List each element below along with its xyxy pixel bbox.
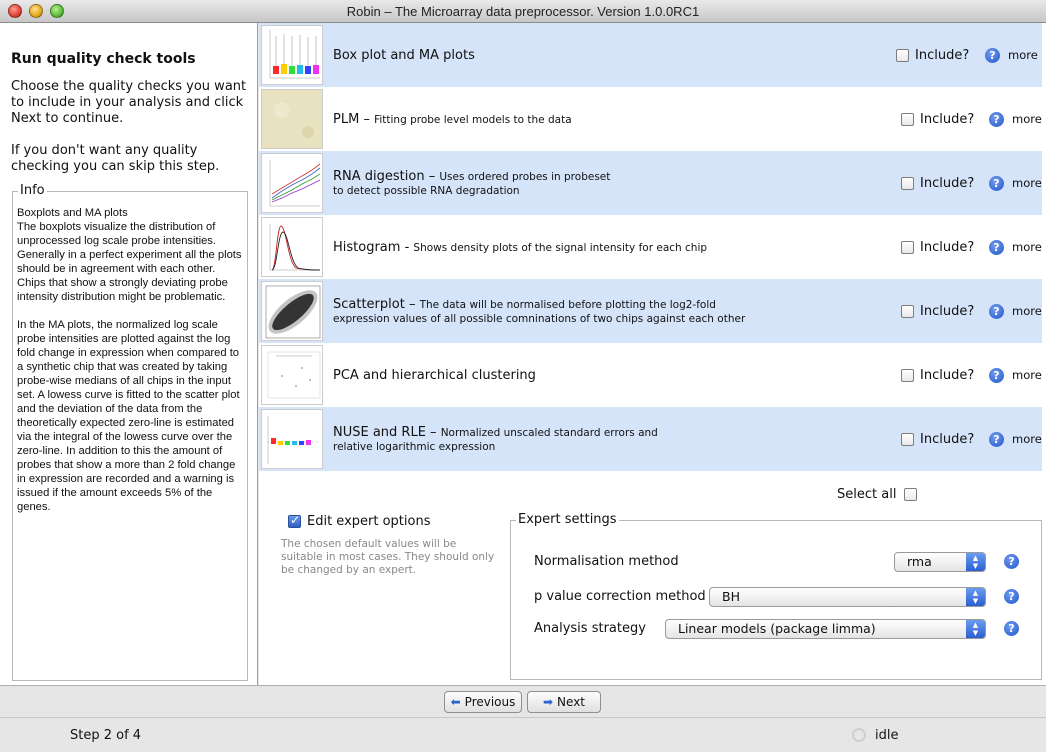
info-legend: Info xyxy=(18,183,47,198)
title-bar: Robin – The Microarray data preprocessor… xyxy=(0,0,1046,23)
normalisation-label: Normalisation method xyxy=(534,554,679,569)
scatterplot-thumbnail xyxy=(261,281,323,341)
select-arrows-icon: ▲ ▼ xyxy=(966,620,985,638)
pvalue-select[interactable]: BH ▲ ▼ xyxy=(709,587,986,607)
zoom-window-button[interactable] xyxy=(50,4,64,18)
help-icon: ? xyxy=(989,431,1004,447)
boxplot-thumbnail xyxy=(261,25,323,85)
help-icon: ? xyxy=(989,303,1004,319)
include-checkbox[interactable]: Include? xyxy=(896,23,969,87)
check-title: PCA and hierarchical clustering xyxy=(333,367,536,383)
next-button[interactable]: ➡ Next xyxy=(527,691,601,713)
check-description: Shows density plots of the signal intens… xyxy=(413,241,708,254)
help-icon: ? xyxy=(989,175,1004,191)
more-link[interactable]: ? more xyxy=(985,23,1038,87)
help-icon: ? xyxy=(989,111,1004,127)
help-icon: ? xyxy=(985,47,1000,63)
info-title: Boxplots and MA plots xyxy=(17,207,128,219)
previous-button[interactable]: ⬅ Previous xyxy=(444,691,522,713)
include-checkbox[interactable]: Include? xyxy=(901,87,974,151)
include-checkbox[interactable]: Include? xyxy=(901,343,974,407)
instructions-panel: Run quality check tools Choose the quali… xyxy=(0,23,258,685)
more-link[interactable]: ? more xyxy=(989,87,1042,151)
strategy-label: Analysis strategy xyxy=(534,621,646,636)
normalisation-select[interactable]: rma ▲ ▼ xyxy=(894,552,986,572)
include-checkbox[interactable]: Include? xyxy=(901,215,974,279)
rna-digestion-thumbnail xyxy=(261,153,323,213)
select-arrows-icon: ▲ ▼ xyxy=(966,588,985,606)
check-row-pca[interactable]: PCA and hierarchical clustering Include?… xyxy=(259,343,1042,407)
info-paragraph-2: In the MA plots, the normalized log scal… xyxy=(17,319,240,513)
check-description-line2: relative logarithmic expression xyxy=(333,441,496,453)
status-text: idle xyxy=(875,728,899,743)
expert-note: The chosen default values will be suitab… xyxy=(281,538,495,576)
select-all-checkbox[interactable]: Select all xyxy=(837,487,918,502)
expert-settings-legend: Expert settings xyxy=(516,512,619,527)
step-indicator: Step 2 of 4 xyxy=(70,728,142,743)
check-title: PLM xyxy=(333,111,360,127)
plm-thumbnail xyxy=(261,89,323,149)
step-skip-note: If you don't want any quality checking y… xyxy=(11,143,220,174)
check-description: Fitting probe level models to the data xyxy=(374,113,572,126)
pvalue-help-icon[interactable]: ? xyxy=(1004,589,1019,604)
check-row-plm[interactable]: PLM – Fitting probe level models to the … xyxy=(259,87,1042,151)
edit-expert-options-label: Edit expert options xyxy=(307,514,431,529)
arrow-right-icon: ➡ xyxy=(542,695,554,709)
checkbox-checked-icon xyxy=(288,513,301,528)
check-title: Histogram xyxy=(333,239,401,255)
check-row-boxplot[interactable]: Box plot and MA plots Include? ? more xyxy=(259,23,1042,87)
help-icon: ? xyxy=(989,239,1004,255)
help-icon: ? xyxy=(989,367,1004,383)
status-bar: Step 2 of 4 idle xyxy=(0,717,1046,752)
check-description: The data will be normalised before plott… xyxy=(419,299,716,311)
check-row-histogram[interactable]: Histogram - Shows density plots of the s… xyxy=(259,215,1042,279)
check-title: Scatterplot xyxy=(333,297,405,312)
select-all-label: Select all xyxy=(837,487,897,502)
select-arrows-icon: ▲ ▼ xyxy=(966,553,985,571)
strategy-select[interactable]: Linear models (package limma) ▲ ▼ xyxy=(665,619,986,639)
quality-checks-panel: Box plot and MA plots Include? ? more PLM… xyxy=(259,23,1046,685)
pca-thumbnail xyxy=(261,345,323,405)
check-row-rna-digestion[interactable]: RNA digestion – Uses ordered probes in p… xyxy=(259,151,1042,215)
more-link[interactable]: ? more xyxy=(989,407,1042,471)
info-paragraph-1: The boxplots visualize the distribution … xyxy=(17,221,242,303)
check-row-scatterplot[interactable]: Scatterplot – The data will be normalise… xyxy=(259,279,1042,343)
histogram-thumbnail xyxy=(261,217,323,277)
check-title: Box plot and MA plots xyxy=(333,47,475,63)
include-checkbox[interactable]: Include? xyxy=(901,279,974,343)
check-title: RNA digestion xyxy=(333,169,425,184)
arrow-left-icon: ⬅ xyxy=(450,695,461,709)
activity-spinner-icon xyxy=(852,728,866,742)
strategy-help-icon[interactable]: ? xyxy=(1004,621,1019,636)
nuse-rle-thumbnail xyxy=(261,409,323,469)
more-link[interactable]: ? more xyxy=(989,343,1042,407)
include-checkbox[interactable]: Include? xyxy=(901,151,974,215)
window-title: Robin – The Microarray data preprocessor… xyxy=(346,4,700,19)
check-title: NUSE and RLE xyxy=(333,425,426,440)
more-link[interactable]: ? more xyxy=(989,151,1042,215)
check-description: Normalized unscaled standard errors and xyxy=(440,427,658,439)
expert-settings-group: Expert settings Normalisation method rma… xyxy=(510,512,1042,680)
check-description: Uses ordered probes in probeset xyxy=(439,171,611,183)
check-description-line2: expression values of all possible comnin… xyxy=(333,313,746,325)
more-link[interactable]: ? more xyxy=(989,215,1042,279)
step-intro: Choose the quality checks you want to in… xyxy=(11,79,247,126)
include-checkbox[interactable]: Include? xyxy=(901,407,974,471)
info-box: Info Boxplots and MA plots The boxplots … xyxy=(12,183,248,681)
normalisation-help-icon[interactable]: ? xyxy=(1004,554,1019,569)
check-row-nuse-rle[interactable]: NUSE and RLE – Normalized unscaled stand… xyxy=(259,407,1042,471)
minimize-window-button[interactable] xyxy=(29,4,43,18)
navigation-bar: ⬅ Previous ➡ Next xyxy=(0,685,1046,717)
close-window-button[interactable] xyxy=(8,4,22,18)
step-heading: Run quality check tools xyxy=(11,51,196,67)
more-link[interactable]: ? more xyxy=(989,279,1042,343)
pvalue-label: p value correction method xyxy=(534,589,706,604)
check-description-line2: to detect possible RNA degradation xyxy=(333,185,520,197)
edit-expert-options-checkbox[interactable]: Edit expert options xyxy=(288,513,431,529)
